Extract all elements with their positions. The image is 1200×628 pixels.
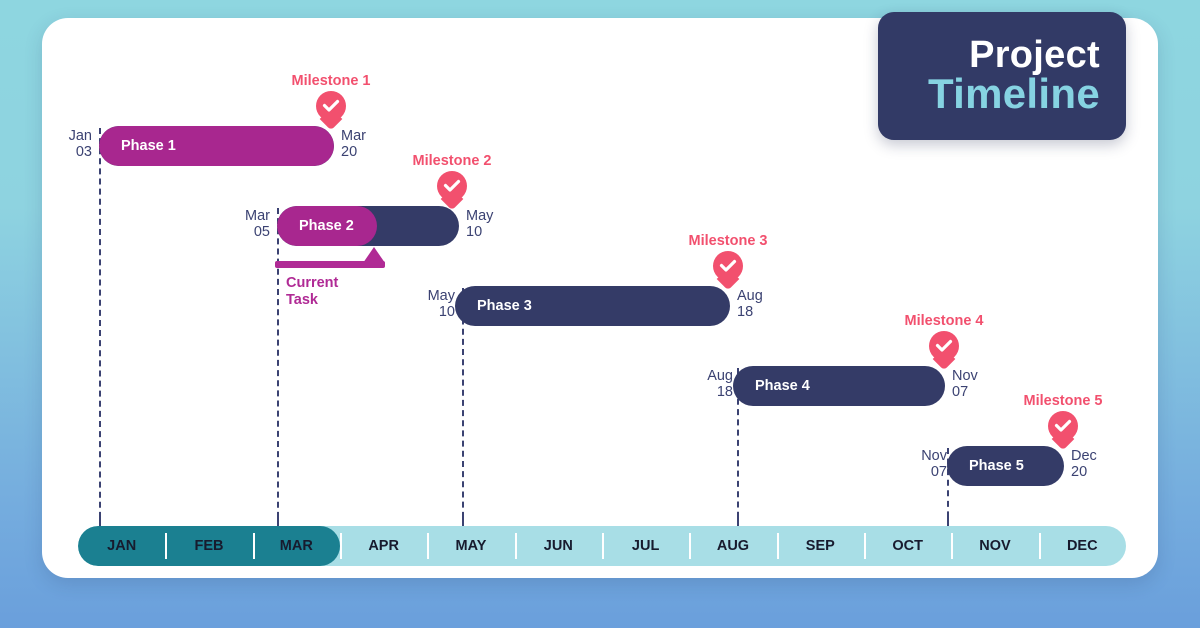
phase-3-start-day: 10 bbox=[438, 304, 455, 321]
milestone-4-label: Milestone 4 bbox=[904, 313, 984, 329]
current-task-label-line-2: Task bbox=[286, 292, 318, 309]
phase-1-end-day: 20 bbox=[341, 144, 358, 161]
phase-3-bar[interactable]: Phase 3 bbox=[455, 286, 730, 326]
month-may[interactable]: MAY bbox=[427, 526, 514, 566]
phase-1-label: Phase 1 bbox=[121, 138, 176, 154]
phase-2-end-day: 10 bbox=[466, 224, 483, 241]
infographic-canvas: Project Timeline Jan 03 Phase 1 Mar 20 M… bbox=[0, 0, 1200, 628]
phase-4-label: Phase 4 bbox=[755, 378, 810, 394]
phase-1-end-month: Mar bbox=[341, 128, 366, 144]
milestone-2-label: Milestone 2 bbox=[412, 153, 492, 169]
phase-5-end-date: Dec 20 bbox=[1071, 448, 1123, 480]
check-icon bbox=[1054, 419, 1072, 432]
milestone-4[interactable]: Milestone 4 bbox=[905, 313, 983, 361]
phase-3-start-month: May bbox=[427, 288, 455, 304]
month-aug[interactable]: AUG bbox=[689, 526, 776, 566]
phase-4-start-day: 18 bbox=[716, 384, 733, 401]
phase-5-end-month: Dec bbox=[1071, 448, 1097, 464]
milestone-1-label: Milestone 1 bbox=[291, 73, 371, 89]
phase-5-label: Phase 5 bbox=[969, 458, 1024, 474]
phase-4-start-month: Aug bbox=[707, 368, 733, 384]
month-axis: JAN FEB MAR APR MAY JUN JUL AUG SEP OCT … bbox=[78, 526, 1126, 566]
axis-tick bbox=[277, 512, 279, 526]
phase-3-end-date: Aug 18 bbox=[737, 288, 789, 320]
phase-3-label: Phase 3 bbox=[477, 298, 532, 314]
current-task-label: Current Task bbox=[286, 275, 338, 310]
axis-tick bbox=[462, 512, 464, 526]
phase-4-start-date: Aug 18 bbox=[681, 368, 733, 400]
phase-2-start-date: Mar 05 bbox=[218, 208, 270, 240]
axis-tick bbox=[947, 512, 949, 526]
month-mar[interactable]: MAR bbox=[252, 526, 340, 566]
phase-4-bar[interactable]: Phase 4 bbox=[733, 366, 945, 406]
current-task-label-line-1: Current bbox=[286, 275, 339, 291]
month-list: JAN FEB MAR APR MAY JUN JUL AUG SEP OCT … bbox=[78, 526, 1126, 566]
timeline-plot: Jan 03 Phase 1 Mar 20 Milestone 1 Mar 05… bbox=[0, 0, 1200, 628]
month-dec[interactable]: DEC bbox=[1038, 526, 1126, 566]
check-icon bbox=[719, 259, 737, 272]
phase-2-bar[interactable]: Phase 2 bbox=[277, 206, 459, 246]
phase-1-start-month: Jan bbox=[68, 128, 92, 144]
check-icon bbox=[322, 99, 340, 112]
phase-5-end-day: 20 bbox=[1071, 464, 1088, 481]
milestone-5[interactable]: Milestone 5 bbox=[1024, 393, 1102, 441]
month-sep[interactable]: SEP bbox=[776, 526, 864, 566]
month-jul[interactable]: JUL bbox=[601, 526, 689, 566]
milestone-1[interactable]: Milestone 1 bbox=[292, 73, 370, 121]
phase-5-start-date: Nov 07 bbox=[895, 448, 947, 480]
milestone-5-label: Milestone 5 bbox=[1023, 393, 1103, 409]
phase-1-end-date: Mar 20 bbox=[341, 128, 393, 160]
phase-2-label: Phase 2 bbox=[299, 218, 354, 234]
milestone-3-label: Milestone 3 bbox=[688, 233, 768, 249]
phase-5-start-month: Nov bbox=[921, 448, 947, 464]
phase-1-start-date: Jan 03 bbox=[40, 128, 92, 160]
guide-line-phase2 bbox=[277, 208, 279, 528]
phase-1-start-day: 03 bbox=[75, 144, 92, 161]
phase-1-bar[interactable]: Phase 1 bbox=[99, 126, 334, 166]
phase-3-end-day: 18 bbox=[737, 304, 754, 321]
phase-4-end-month: Nov bbox=[952, 368, 978, 384]
month-apr[interactable]: APR bbox=[339, 526, 427, 566]
guide-line-phase3 bbox=[462, 288, 464, 528]
month-jan[interactable]: JAN bbox=[78, 526, 165, 566]
current-task-marker-icon bbox=[363, 247, 385, 263]
phase-4-end-day: 07 bbox=[952, 384, 969, 401]
axis-tick bbox=[737, 512, 739, 526]
phase-5-start-day: 07 bbox=[930, 464, 947, 481]
check-icon bbox=[443, 179, 461, 192]
phase-3-end-month: Aug bbox=[737, 288, 763, 304]
phase-5-bar[interactable]: Phase 5 bbox=[947, 446, 1064, 486]
month-feb[interactable]: FEB bbox=[165, 526, 252, 566]
phase-2-end-date: May 10 bbox=[466, 208, 518, 240]
phase-4-end-date: Nov 07 bbox=[952, 368, 1004, 400]
month-nov[interactable]: NOV bbox=[951, 526, 1038, 566]
month-oct[interactable]: OCT bbox=[863, 526, 951, 566]
guide-line-phase1 bbox=[99, 128, 101, 528]
milestone-2[interactable]: Milestone 2 bbox=[413, 153, 491, 201]
phase-2-start-month: Mar bbox=[245, 208, 270, 224]
phase-2-start-day: 05 bbox=[253, 224, 270, 241]
axis-tick bbox=[99, 512, 101, 526]
check-icon bbox=[935, 339, 953, 352]
phase-2-end-month: May bbox=[466, 208, 494, 224]
phase-3-start-date: May 10 bbox=[403, 288, 455, 320]
month-jun[interactable]: JUN bbox=[514, 526, 602, 566]
milestone-3[interactable]: Milestone 3 bbox=[689, 233, 767, 281]
